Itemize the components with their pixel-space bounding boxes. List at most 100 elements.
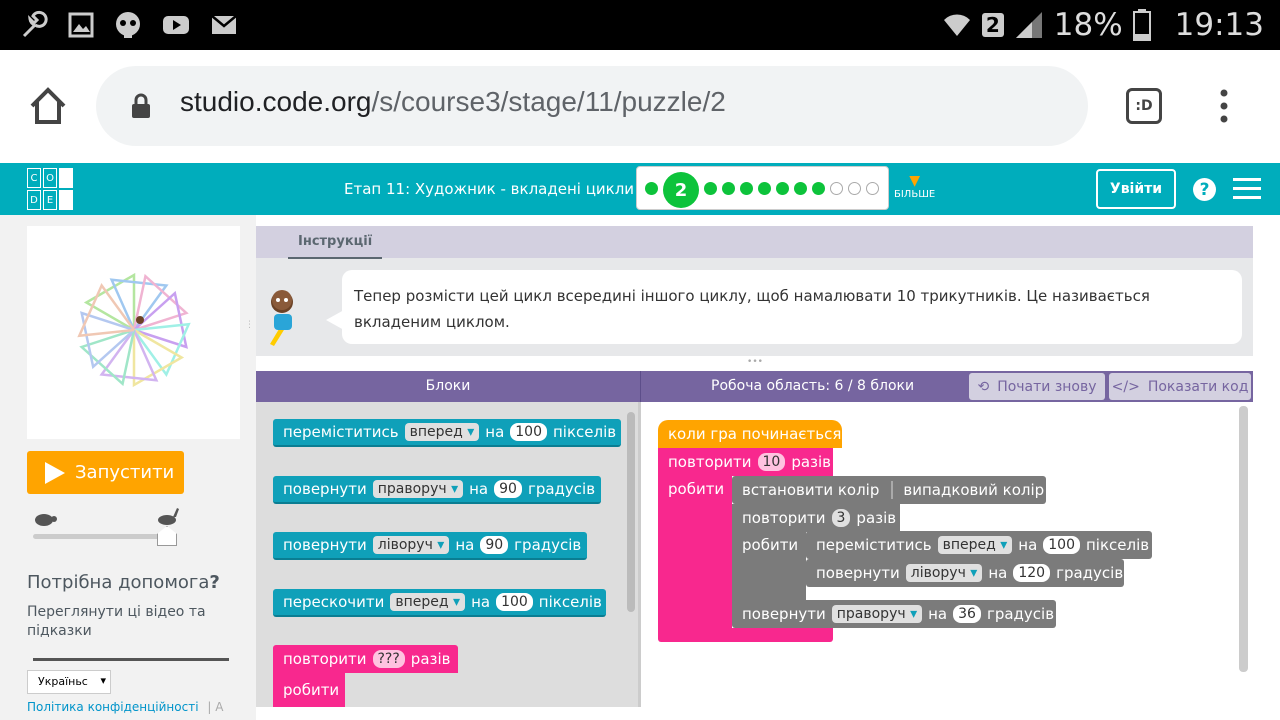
block-turn-left[interactable]: повернути ліворуч на 120 градусів	[806, 559, 1124, 587]
progress-dot[interactable]	[812, 182, 825, 195]
progress-dot-empty[interactable]	[848, 182, 861, 195]
progress-dot[interactable]	[776, 182, 789, 195]
toolbox-header: Блоки	[425, 378, 471, 394]
block-text: пікселів	[553, 423, 617, 441]
help-title: Потрібна допомога?	[27, 572, 220, 593]
url-host: studio.code.org	[180, 86, 372, 117]
instructions-tab[interactable]: Інструкції	[288, 234, 383, 259]
battery-icon	[1132, 9, 1151, 41]
signin-button[interactable]: Увійти	[1096, 169, 1176, 209]
mail-icon	[211, 15, 237, 34]
direction-dropdown[interactable]: вперед	[937, 536, 1013, 554]
direction-dropdown[interactable]: ліворуч	[905, 564, 983, 582]
number-field[interactable]: 90	[494, 480, 522, 498]
block-when-run[interactable]: коли гра починається	[658, 420, 842, 448]
slider-track[interactable]	[33, 534, 173, 539]
repeat-count-field[interactable]: ???	[372, 650, 405, 668]
instructions-resize-handle[interactable]: •••	[744, 358, 766, 367]
turtle-icon	[35, 514, 57, 526]
code-icon: </>	[1111, 378, 1140, 395]
block-move-forward[interactable]: переміститись вперед на 100 пікселів	[273, 419, 621, 447]
progress-dot-empty[interactable]	[866, 182, 879, 195]
header-divider	[640, 371, 641, 402]
top-nav: C O D E Етап 11: Художник - вкладені цик…	[0, 163, 1280, 215]
current-puzzle-dot[interactable]: 2	[663, 172, 699, 208]
repeat-slot	[345, 675, 458, 701]
resize-grip[interactable]: ⋮	[245, 321, 254, 342]
reset-label: Почати знову	[997, 378, 1097, 395]
number-field[interactable]: 120	[1013, 564, 1051, 582]
slider-thumb[interactable]	[157, 526, 177, 546]
block-text: на	[1018, 536, 1038, 554]
status-bar: 2 18% 19:13	[0, 0, 1280, 50]
direction-dropdown[interactable]: праворуч	[372, 480, 464, 498]
number-field[interactable]: 100	[1043, 536, 1080, 554]
more-button[interactable]: ▼ БІЛЬШЕ	[894, 173, 935, 200]
run-button[interactable]: Запустити	[27, 451, 184, 494]
more-label: БІЛЬШЕ	[894, 189, 936, 200]
progress-dot[interactable]	[722, 182, 735, 195]
progress-dot[interactable]	[758, 182, 771, 195]
block-repeat[interactable]: повторити??? разів робити	[273, 645, 458, 707]
drawing	[77, 272, 191, 388]
block-text: пікселів	[1086, 536, 1150, 554]
repeat-count-field[interactable]: 10	[757, 453, 786, 471]
address-bar[interactable]: studio.code.org/s/course3/stage/11/puzzl…	[96, 66, 1088, 146]
wifi-icon	[943, 14, 970, 36]
block-text: повторити	[668, 453, 752, 471]
block-turn-right[interactable]: повернути праворуч на 90 градусів	[273, 476, 601, 504]
code-logo[interactable]: C O D E	[27, 168, 73, 210]
repeat-count-field[interactable]: 3	[831, 509, 851, 527]
logo-blank	[59, 168, 73, 188]
more-options-icon[interactable]	[1214, 88, 1234, 124]
direction-dropdown[interactable]: вперед	[404, 423, 480, 441]
block-text: на	[988, 564, 1008, 582]
speed-slider[interactable]	[33, 508, 183, 552]
toolbox: переміститись вперед на 100 пікселів поверну…	[256, 402, 641, 707]
block-text: повернути	[283, 536, 367, 554]
drawing-canvas	[27, 226, 240, 439]
tab-switcher-button[interactable]: :D	[1126, 88, 1162, 124]
progress-dot[interactable]	[704, 182, 717, 195]
logo-blank	[59, 190, 73, 210]
block-text: встановити колір	[742, 481, 880, 499]
number-field[interactable]: 36	[953, 605, 981, 623]
number-field[interactable]: 100	[496, 593, 533, 611]
footer-link-cut[interactable]: A	[215, 700, 223, 714]
block-move-forward[interactable]: переміститись вперед на 100 пікселів	[806, 531, 1152, 559]
help-icon[interactable]: ?	[1193, 178, 1216, 201]
visualization-pane: Запустити Потрібна допомога? Переглянути…	[0, 215, 256, 720]
random-color-input[interactable]: випадковий колір	[891, 481, 1044, 499]
block-text: повторити	[283, 650, 367, 668]
sim-badge: 2	[981, 13, 1004, 37]
toolbox-scrollbar[interactable]	[627, 412, 635, 612]
progress-dot[interactable]	[794, 182, 807, 195]
show-code-button[interactable]: </> Показати код	[1109, 373, 1251, 400]
language-select[interactable]: Україньс ▾	[27, 670, 111, 694]
stage-title[interactable]: Етап 11: Художник - вкладені цикли	[344, 180, 634, 198]
block-turn-right[interactable]: повернути праворуч на 36 градусів	[732, 600, 1056, 628]
reset-button[interactable]: ⟲ Почати знову	[969, 373, 1105, 400]
direction-dropdown[interactable]: ліворуч	[372, 536, 450, 554]
privacy-link[interactable]: Політика конфіденційності	[27, 700, 199, 714]
block-set-color[interactable]: встановити колір випадковий колір	[732, 476, 1046, 504]
block-turn-left[interactable]: повернути ліворуч на 90 градусів	[273, 532, 587, 560]
home-icon[interactable]	[28, 86, 68, 126]
block-text: градусів	[1056, 564, 1124, 582]
wrench-icon	[22, 10, 48, 38]
help-videos-link[interactable]: Переглянути ці відео та підказки	[27, 603, 227, 641]
signal-icon	[1015, 12, 1042, 38]
artist-avatar	[270, 290, 293, 346]
progress-dot[interactable]	[740, 182, 753, 195]
workspace-scrollbar[interactable]	[1239, 406, 1248, 672]
block-jump-forward[interactable]: перескочити вперед на 100 пікселів	[273, 589, 606, 617]
number-field[interactable]: 100	[510, 423, 547, 441]
tab-switcher-label: :D	[1135, 98, 1153, 114]
hamburger-menu-icon[interactable]	[1233, 178, 1261, 200]
progress-dot[interactable]	[645, 182, 658, 195]
direction-dropdown[interactable]: вперед	[390, 593, 466, 611]
direction-dropdown[interactable]: праворуч	[831, 605, 923, 623]
progress-dot-empty[interactable]	[830, 182, 843, 195]
number-field[interactable]: 90	[480, 536, 509, 554]
block-text: разів	[791, 453, 832, 471]
